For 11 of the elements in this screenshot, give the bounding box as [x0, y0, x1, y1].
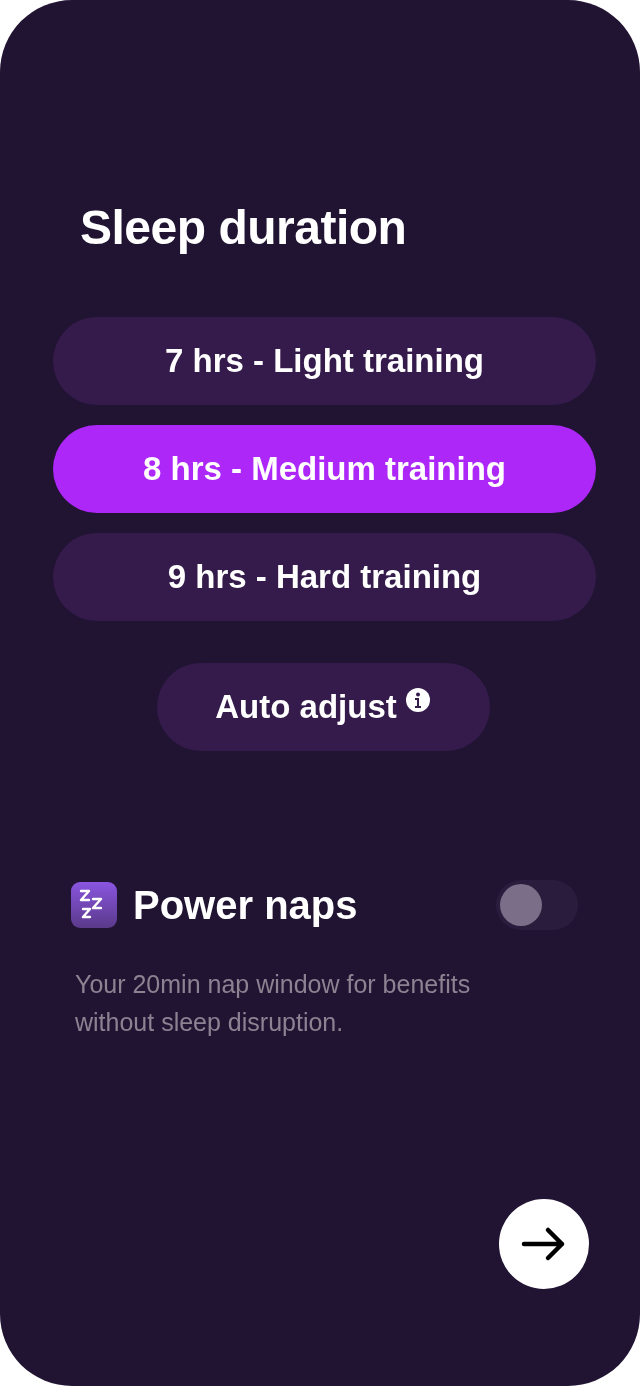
sleep-icon: [71, 882, 117, 928]
description-text: Your 20min nap window for benefits without sleep disruption.: [75, 969, 472, 1038]
option-button[interactable]: 7 hrs - Light training: [53, 317, 596, 405]
info-icon[interactable]: [404, 687, 431, 713]
option-button[interactable]: 8 hrs - Medium training: [53, 425, 596, 513]
toggle-switch[interactable]: [496, 880, 578, 930]
auto-adjust-button[interactable]: Auto adjust: [156, 663, 490, 751]
page-title: Sleep duration: [80, 200, 408, 256]
section-title: Power naps: [133, 882, 358, 929]
arrow-right-icon: [521, 1226, 567, 1262]
option-button[interactable]: 9 hrs - Hard training: [53, 533, 596, 621]
